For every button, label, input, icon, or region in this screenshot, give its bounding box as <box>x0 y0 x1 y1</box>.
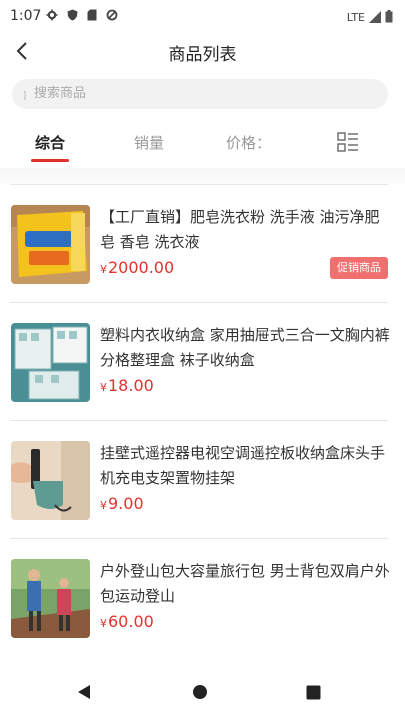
page-title: 商品列表 <box>168 45 237 65</box>
list-layout-icon[interactable] <box>337 132 359 152</box>
product-name: 塑料内衣收纳盒 家用抽屉式三合一文胸内裤分格整理盒 袜子收纳盒 <box>100 326 390 369</box>
currency-symbol: ¥ <box>100 381 107 394</box>
product-price: ¥9.00 <box>100 494 144 513</box>
product-item[interactable]: 户外登山包大容量旅行包 男士背包双肩户外包运动登山 ¥60.00 <box>0 539 405 657</box>
product-item[interactable]: 塑料内衣收纳盒 家用抽屉式三合一文胸内裤分格整理盒 袜子收纳盒 ¥18.00 <box>0 303 405 421</box>
data-saver-icon <box>106 9 118 21</box>
price-value: 9.00 <box>108 494 144 513</box>
currency-symbol: ¥ <box>100 263 107 276</box>
network-type: LTE <box>346 11 365 24</box>
price-value: 60.00 <box>108 612 154 631</box>
system-nav-bar <box>0 664 405 720</box>
sim-card-icon <box>86 9 98 21</box>
product-name: 【工厂直销】肥皂洗衣粉 洗手液 油污净肥皂 香皂 洗衣液 <box>100 208 380 251</box>
product-name: 户外登山包大容量旅行包 男士背包双肩户外包运动登山 <box>100 562 390 605</box>
currency-symbol: ¥ <box>100 499 107 512</box>
product-image-storage-box <box>11 323 90 402</box>
active-tab-indicator <box>31 159 69 162</box>
promo-badge: 促销商品 <box>330 257 388 279</box>
tab-sales[interactable]: 销量 <box>134 132 164 153</box>
product-item[interactable]: 挂壁式遥控器电视空调遥控板收纳盒床头手机充电支架置物挂架 ¥9.00 <box>0 421 405 539</box>
sort-tabs: 综合 销量 价格： <box>0 118 405 168</box>
status-time: 1:07 <box>10 8 42 24</box>
back-triangle-icon[interactable] <box>70 678 98 706</box>
product-image-remote-holder <box>11 441 90 520</box>
search-icon <box>20 87 34 101</box>
product-item[interactable]: 【工厂直销】肥皂洗衣粉 洗手液 油污净肥皂 香皂 洗衣液 ¥2000.00 促销… <box>0 185 405 303</box>
search-input[interactable] <box>34 79 374 109</box>
product-price: ¥18.00 <box>100 376 154 395</box>
status-bar: 1:07 LTE <box>0 0 405 34</box>
price-value: 2000.00 <box>108 258 175 277</box>
top-app-bar: 商品列表 <box>0 34 405 72</box>
signal-icon <box>369 8 381 27</box>
search-bar[interactable] <box>12 79 388 109</box>
tabs-separator <box>0 168 405 184</box>
status-notification-icons <box>46 9 118 21</box>
tab-price[interactable]: 价格： <box>226 132 271 153</box>
battery-icon <box>385 8 393 27</box>
product-price: ¥60.00 <box>100 612 154 631</box>
shield-icon <box>66 9 78 21</box>
product-image-soap <box>11 205 90 284</box>
currency-symbol: ¥ <box>100 617 107 630</box>
status-system-icons: LTE <box>347 8 393 27</box>
tab-comprehensive[interactable]: 综合 <box>35 132 65 153</box>
product-image-backpack <box>11 559 90 638</box>
product-price: ¥2000.00 <box>100 258 174 277</box>
home-circle-icon[interactable] <box>186 678 214 706</box>
product-name: 挂壁式遥控器电视空调遥控板收纳盒床头手机充电支架置物挂架 <box>100 444 386 487</box>
gear-icon <box>46 9 58 21</box>
price-value: 18.00 <box>108 376 154 395</box>
recents-square-icon[interactable] <box>299 678 327 706</box>
